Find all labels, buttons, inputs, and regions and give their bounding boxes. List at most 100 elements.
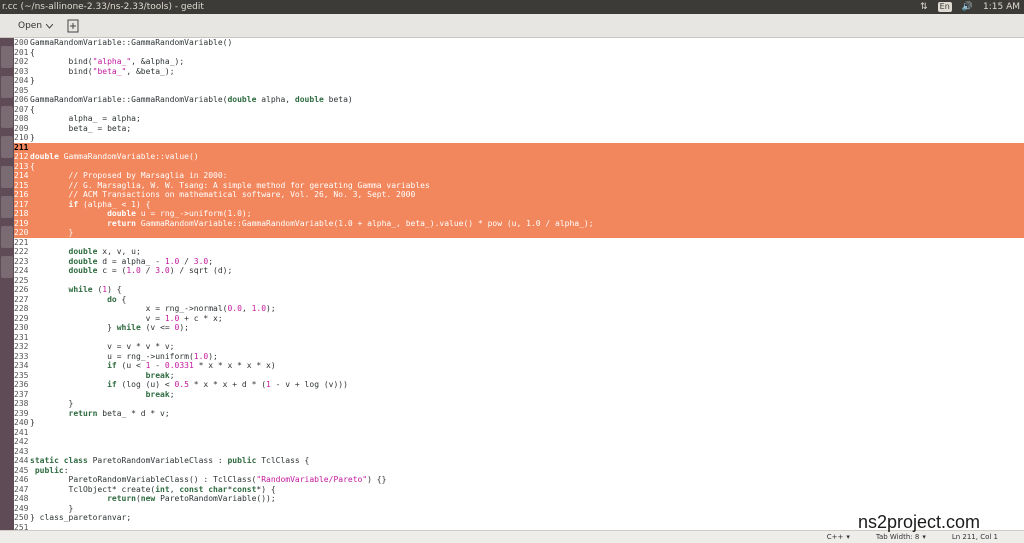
new-document-icon[interactable] [66, 19, 80, 33]
line-number: 251 [14, 522, 29, 531]
line-number: 231 [14, 332, 29, 342]
code-line[interactable]: 244 static class ParetoRandomVariableClas… [14, 456, 1024, 466]
code-line[interactable]: 248 return(new ParetoRandomVariable()); [14, 494, 1024, 504]
code-line[interactable]: 200 GammaRandomVariable::GammaRandomVaria… [14, 38, 1024, 48]
code-line[interactable]: 215 // G. Marsaglia, W. W. Tsang: A simp… [14, 180, 1024, 190]
code-line[interactable]: 211 [14, 142, 1024, 152]
code-line[interactable]: 204} [14, 76, 1024, 86]
line-number: 225 [14, 275, 29, 285]
code-text: alpha_ = alpha; [30, 114, 141, 123]
code-line[interactable]: 241 [14, 428, 1024, 438]
code-line[interactable]: 220 } [14, 228, 1024, 238]
code-line[interactable]: 207{ [14, 105, 1024, 115]
line-number: 204 [14, 76, 29, 85]
code-line[interactable]: 234 if (u < 1 - 0.0331 * x * x * x * x) [14, 361, 1024, 371]
launcher-app-icon[interactable] [1, 76, 13, 98]
line-number: 223 [14, 256, 29, 266]
code-line[interactable]: 232 v = v * v * v; [14, 342, 1024, 352]
code-line[interactable]: 245 public: [14, 466, 1024, 476]
code-line[interactable]: 219 return GammaRandomVariable::GammaRan… [14, 218, 1024, 228]
line-number: 214 [14, 171, 29, 180]
language-selector[interactable]: C++ ▾ [827, 533, 850, 541]
code-line[interactable]: 206 GammaRandomVariable::GammaRandomVaria… [14, 95, 1024, 105]
code-line[interactable]: 216 // ACM Transactions on mathematical … [14, 190, 1024, 200]
code-line[interactable]: 214 // Proposed by Marsaglia in 2000: [14, 171, 1024, 181]
launcher-app-icon[interactable] [1, 136, 13, 158]
code-line[interactable]: 227 do { [14, 295, 1024, 305]
code-text: } [30, 399, 74, 408]
code-text: return(new ParetoRandomVariable()); [107, 494, 276, 503]
line-number: 232 [14, 342, 29, 351]
code-text: double d = alpha_ - 1.0 / 3.0; [68, 256, 214, 266]
clock[interactable]: 1:15 AM [983, 0, 1020, 14]
code-text: beta_ = beta; [30, 123, 132, 133]
launcher-app-icon[interactable] [1, 46, 13, 68]
line-number: 207 [14, 104, 29, 114]
code-line[interactable]: 238 } [14, 399, 1024, 409]
code-line[interactable]: 203 bind("beta_", &beta_); [14, 67, 1024, 77]
code-line[interactable]: 205 [14, 86, 1024, 96]
open-button[interactable]: Open [12, 18, 59, 34]
line-number: 234 [14, 361, 29, 370]
code-line[interactable]: 224 double c = (1.0 / 3.0) / sqrt (d); [14, 266, 1024, 276]
code-line[interactable]: 202 bind("alpha_", &alpha_); [14, 57, 1024, 67]
launcher-app-icon[interactable] [1, 106, 13, 128]
line-number: 238 [14, 399, 29, 408]
line-number: 205 [14, 85, 29, 95]
code-text: if (alpha_ < 1) { [68, 199, 151, 209]
network-icon[interactable]: ⇅ [920, 0, 928, 14]
tab-width-selector[interactable]: Tab Width: 8 ▾ [876, 533, 926, 541]
code-line[interactable]: 230 } while (v <= 0); [14, 323, 1024, 333]
volume-icon[interactable]: 🔊 [962, 0, 973, 14]
code-line[interactable]: 236 if (log (u) < 0.5 * x * x + d * (1 -… [14, 380, 1024, 390]
code-line[interactable]: 228 x = rng_->normal(0.0, 1.0); [14, 304, 1024, 314]
code-line[interactable]: 213{ [14, 161, 1024, 171]
code-line[interactable]: 210} [14, 133, 1024, 143]
line-number: 220 [14, 228, 29, 237]
keyboard-language-indicator[interactable]: En [937, 2, 952, 12]
code-line[interactable]: 237 break; [14, 390, 1024, 400]
launcher-app-icon[interactable] [1, 226, 13, 248]
code-line[interactable]: 217 if (alpha_ < 1) { [14, 199, 1024, 209]
code-line[interactable]: 247 TclObject* create(int, const char*co… [14, 485, 1024, 495]
code-line[interactable]: 240} [14, 418, 1024, 428]
code-line[interactable]: 239 return beta_ * d * v; [14, 409, 1024, 419]
code-text: ParetoRandomVariableClass() : TclClass("… [30, 475, 387, 484]
code-line[interactable]: 209 beta_ = beta; [14, 124, 1024, 134]
code-text: TclObject* create(int, const char*const*… [30, 484, 276, 494]
line-number: 246 [14, 475, 29, 484]
code-text: { [30, 161, 35, 171]
code-line[interactable]: 225 [14, 276, 1024, 286]
code-text: static class ParetoRandomVariableClass :… [30, 456, 310, 465]
line-number: 239 [14, 408, 29, 418]
launcher-app-icon[interactable] [1, 166, 13, 188]
code-line[interactable]: 226 while (1) { [14, 285, 1024, 295]
system-indicators: ⇅ En 🔊 1:15 AM [920, 0, 1024, 14]
line-number: 213 [14, 161, 29, 171]
launcher-app-icon[interactable] [1, 196, 13, 218]
code-text: { [30, 104, 35, 114]
code-line[interactable]: 235 break; [14, 371, 1024, 381]
code-line[interactable]: 229 v = 1.0 + c * x; [14, 314, 1024, 324]
code-line[interactable]: 242 [14, 437, 1024, 447]
code-line[interactable]: 221 [14, 238, 1024, 248]
code-line[interactable]: 201{ [14, 48, 1024, 58]
line-number: 248 [14, 494, 29, 503]
code-text: if (log (u) < 0.5 * x * x + d * (1 - v +… [107, 380, 348, 389]
code-line[interactable]: 231 [14, 333, 1024, 343]
code-text: // G. Marsaglia, W. W. Tsang: A simple m… [68, 180, 430, 190]
code-text: bind("alpha_", &alpha_); [30, 57, 185, 66]
code-line[interactable]: 233 u = rng_->uniform(1.0); [14, 352, 1024, 362]
code-line[interactable]: 212 double GammaRandomVariable::value() [14, 152, 1024, 162]
line-number: 235 [14, 370, 29, 380]
launcher-app-icon[interactable] [1, 256, 13, 278]
window-title: r.cc (~/ns-allinone-2.33/ns-2.33/tools) … [2, 2, 204, 12]
line-number: 203 [14, 66, 29, 76]
code-line[interactable]: 246 ParetoRandomVariableClass() : TclCla… [14, 475, 1024, 485]
code-line[interactable]: 243 [14, 447, 1024, 457]
code-line[interactable]: 222 double x, v, u; [14, 247, 1024, 257]
code-line[interactable]: 208 alpha_ = alpha; [14, 114, 1024, 124]
code-line[interactable]: 218 double u = rng_->uniform(1.0); [14, 209, 1024, 219]
code-editor[interactable]: 200 GammaRandomVariable::GammaRandomVaria… [14, 38, 1024, 530]
code-line[interactable]: 223 double d = alpha_ - 1.0 / 3.0; [14, 257, 1024, 267]
